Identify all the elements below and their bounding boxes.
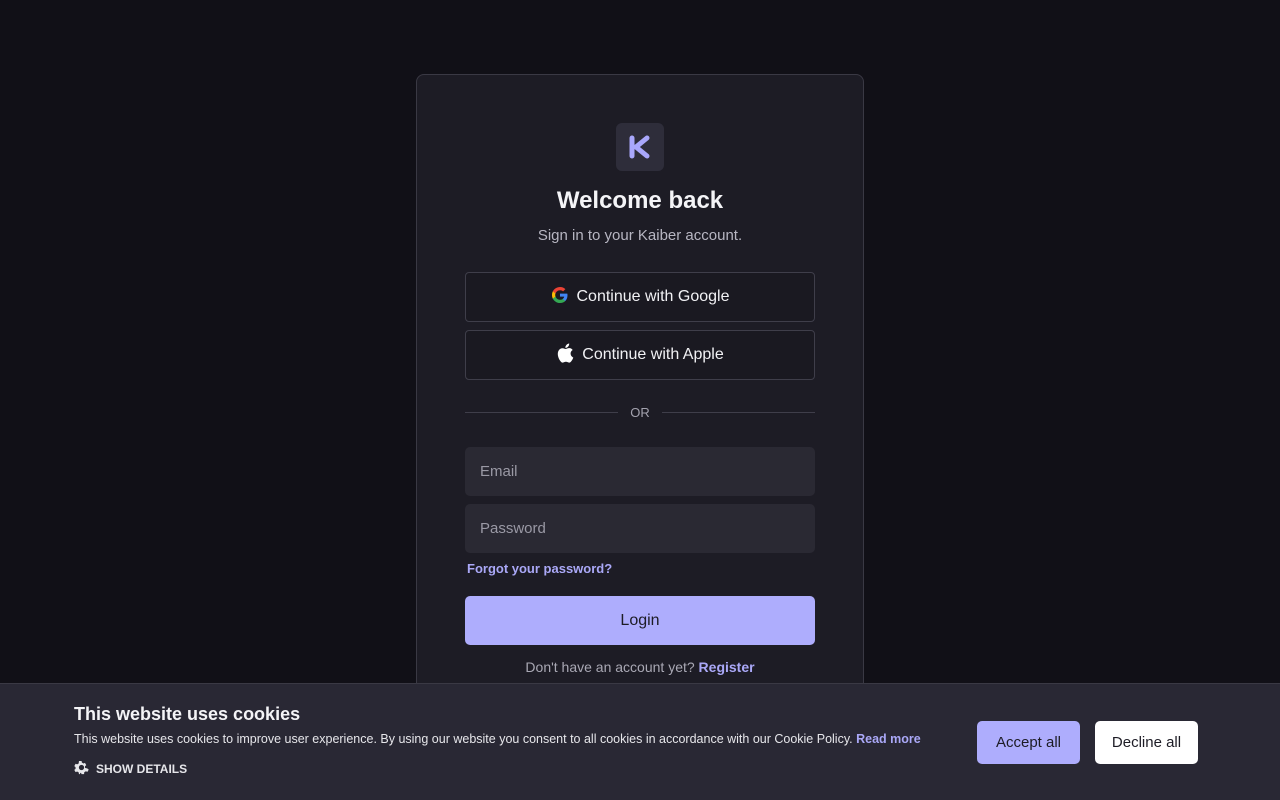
decline-all-button[interactable]: Decline all	[1095, 721, 1198, 764]
google-button-label: Continue with Google	[576, 288, 730, 305]
or-divider: OR	[465, 405, 815, 420]
divider-text: OR	[630, 405, 650, 420]
login-button[interactable]: Login	[465, 596, 815, 645]
page-subtitle: Sign in to your Kaiber account.	[537, 227, 743, 244]
cookie-description: This website uses cookies to improve use…	[74, 732, 853, 746]
register-prompt: Don't have an account yet? Register	[417, 659, 863, 675]
cookie-title: This website uses cookies	[74, 704, 301, 724]
google-icon	[551, 286, 569, 309]
login-card: Welcome back Sign in to your Kaiber acco…	[416, 74, 864, 714]
apple-icon	[556, 343, 574, 368]
register-prompt-text: Don't have an account yet?	[525, 659, 695, 675]
show-details-label: SHOW DETAILS	[96, 762, 188, 776]
divider-line-right	[661, 412, 815, 413]
email-input[interactable]	[465, 447, 815, 496]
continue-with-google-button[interactable]: Continue with Google	[465, 272, 815, 322]
cookie-text: This website uses cookies to improve use…	[74, 732, 921, 746]
continue-with-apple-button[interactable]: Continue with Apple	[465, 330, 815, 380]
gear-icon	[74, 760, 89, 778]
cookie-banner: This website uses cookies This website u…	[0, 683, 1280, 800]
show-details-toggle[interactable]: SHOW DETAILS	[74, 760, 187, 778]
password-input[interactable]	[465, 504, 815, 553]
kaiber-logo-icon	[616, 123, 664, 171]
read-more-link[interactable]: Read more	[856, 732, 921, 746]
page-title: Welcome back	[556, 187, 724, 214]
divider-line-left	[465, 412, 619, 413]
register-link[interactable]: Register	[699, 659, 755, 675]
accept-all-button[interactable]: Accept all	[977, 721, 1080, 764]
forgot-password-link[interactable]: Forgot your password?	[467, 561, 612, 576]
apple-button-label: Continue with Apple	[582, 346, 724, 363]
